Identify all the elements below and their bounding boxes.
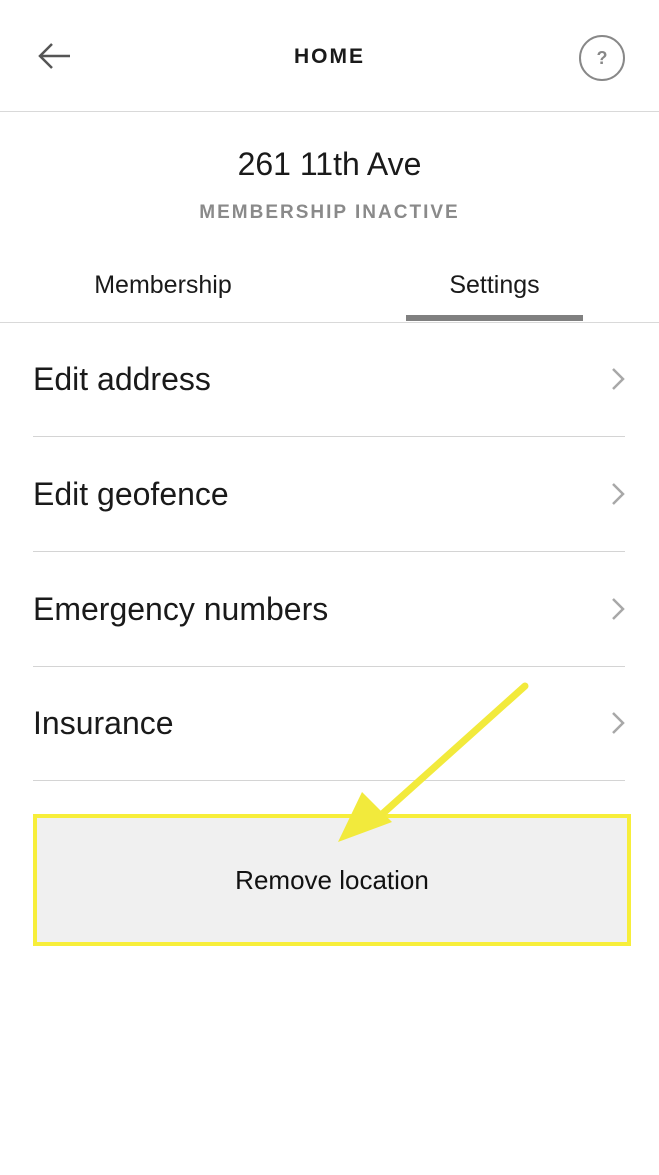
settings-item-emergency-numbers[interactable]: Emergency numbers: [33, 552, 625, 667]
help-button[interactable]: ?: [579, 35, 625, 81]
chevron-right-icon: [612, 368, 625, 390]
tab-settings[interactable]: Settings: [406, 256, 583, 322]
chevron-right-icon: [612, 483, 625, 505]
remove-location-button[interactable]: Remove location: [33, 814, 631, 946]
top-bar: HOME ?: [0, 0, 659, 112]
settings-item-label: Emergency numbers: [33, 591, 329, 627]
settings-item-edit-address[interactable]: Edit address: [33, 322, 625, 437]
page-title: HOME: [294, 45, 365, 68]
tab-membership[interactable]: Membership: [75, 256, 251, 322]
question-icon: ?: [596, 47, 608, 68]
active-tab-indicator: [406, 315, 583, 321]
chevron-right-icon: [612, 712, 625, 734]
tab-bar: Membership Settings: [0, 256, 659, 323]
settings-item-edit-geofence[interactable]: Edit geofence: [33, 437, 625, 552]
settings-item-label: Edit address: [33, 361, 211, 397]
location-address: 261 11th Ave: [237, 146, 422, 182]
chevron-right-icon: [612, 598, 625, 620]
membership-status-label: MEMBERSHIP INACTIVE: [199, 202, 460, 223]
settings-item-label: Insurance: [33, 705, 174, 741]
settings-item-insurance[interactable]: Insurance: [33, 666, 625, 781]
settings-item-label: Edit geofence: [33, 476, 229, 512]
